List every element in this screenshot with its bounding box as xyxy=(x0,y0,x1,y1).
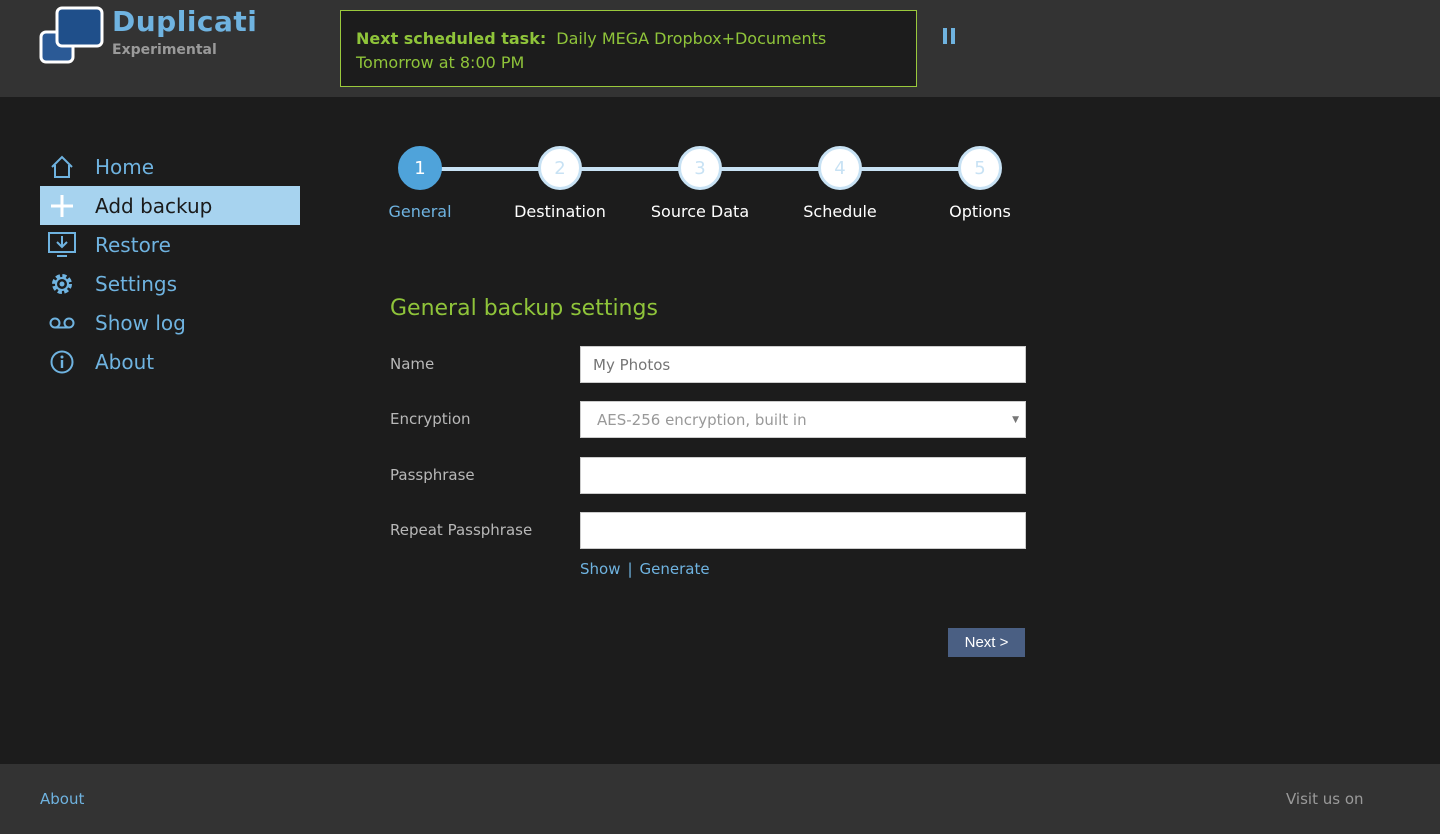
generate-passphrase-link[interactable]: Generate xyxy=(640,560,710,578)
gear-icon xyxy=(40,264,84,303)
sidebar-item-label: About xyxy=(95,349,155,374)
home-icon xyxy=(40,147,84,186)
sidebar-item-label: Show log xyxy=(95,310,186,335)
step-general[interactable]: 1 General xyxy=(370,146,470,221)
sidebar-item-add-backup[interactable]: Add backup xyxy=(40,186,300,225)
step-label: Destination xyxy=(514,202,606,221)
step-number: 5 xyxy=(958,146,1002,190)
plus-icon xyxy=(40,186,84,225)
step-label: Source Data xyxy=(650,202,750,221)
step-number: 3 xyxy=(678,146,722,190)
chevron-down-icon: ▼ xyxy=(1012,415,1019,425)
passphrase-label: Passphrase xyxy=(390,466,475,484)
passphrase-links: Show | Generate xyxy=(580,560,710,578)
repeat-passphrase-label: Repeat Passphrase xyxy=(390,521,533,539)
step-label: Options xyxy=(949,202,1011,221)
next-task-notice: Next scheduled task: Daily MEGA Dropbox+D… xyxy=(340,10,917,87)
wizard-stepper: 1 General 2 Destination 3 Source Data 4 … xyxy=(370,146,1050,226)
step-schedule[interactable]: 4 Schedule xyxy=(790,146,890,221)
sidebar-item-about[interactable]: About xyxy=(40,342,300,381)
encryption-value: AES-256 encryption, built in xyxy=(597,410,807,429)
encryption-label: Encryption xyxy=(390,410,471,428)
name-input[interactable] xyxy=(580,346,1026,383)
step-destination[interactable]: 2 Destination xyxy=(510,146,610,221)
form-title: General backup settings xyxy=(390,296,658,321)
step-label: Schedule xyxy=(803,202,877,221)
header: Duplicati Experimental Next scheduled ta… xyxy=(0,0,1440,97)
sidebar-item-label: Home xyxy=(95,154,155,179)
brand: Duplicati Experimental xyxy=(112,5,257,60)
sidebar-item-settings[interactable]: Settings xyxy=(40,264,300,303)
log-icon xyxy=(40,303,84,342)
sidebar-item-label: Settings xyxy=(95,271,178,296)
sidebar-item-label: Add backup xyxy=(95,193,213,218)
brand-subtitle: Experimental xyxy=(112,42,217,58)
sidebar-nav: Home Add backup Restore Settings Show lo… xyxy=(40,147,300,381)
restore-icon xyxy=(40,225,84,264)
show-passphrase-link[interactable]: Show xyxy=(580,560,620,578)
sidebar-item-label: Restore xyxy=(95,232,171,257)
step-number: 2 xyxy=(538,146,582,190)
repeat-passphrase-input[interactable] xyxy=(580,512,1026,549)
step-number: 1 xyxy=(398,146,442,190)
step-options[interactable]: 5 Options xyxy=(930,146,1030,221)
duplicati-logo-icon[interactable] xyxy=(38,5,106,65)
step-label: General xyxy=(388,202,452,221)
footer-about-link[interactable]: About xyxy=(40,790,84,808)
encryption-select[interactable]: AES-256 encryption, built in ▼ xyxy=(580,401,1026,438)
name-label: Name xyxy=(390,355,435,373)
next-button[interactable]: Next > xyxy=(948,628,1025,657)
sidebar-item-home[interactable]: Home xyxy=(40,147,300,186)
link-separator: | xyxy=(627,560,633,578)
brand-title: Duplicati xyxy=(112,5,258,38)
footer: About Visit us on xyxy=(0,764,1440,834)
sidebar-item-show-log[interactable]: Show log xyxy=(40,303,300,342)
notice-label: Next scheduled task: xyxy=(356,29,547,48)
passphrase-input[interactable] xyxy=(580,457,1026,494)
info-icon xyxy=(40,342,84,381)
step-source-data[interactable]: 3 Source Data xyxy=(650,146,750,221)
footer-visit-text: Visit us on xyxy=(1286,790,1364,808)
pause-icon[interactable] xyxy=(940,26,960,48)
step-number: 4 xyxy=(818,146,862,190)
sidebar-item-restore[interactable]: Restore xyxy=(40,225,300,264)
